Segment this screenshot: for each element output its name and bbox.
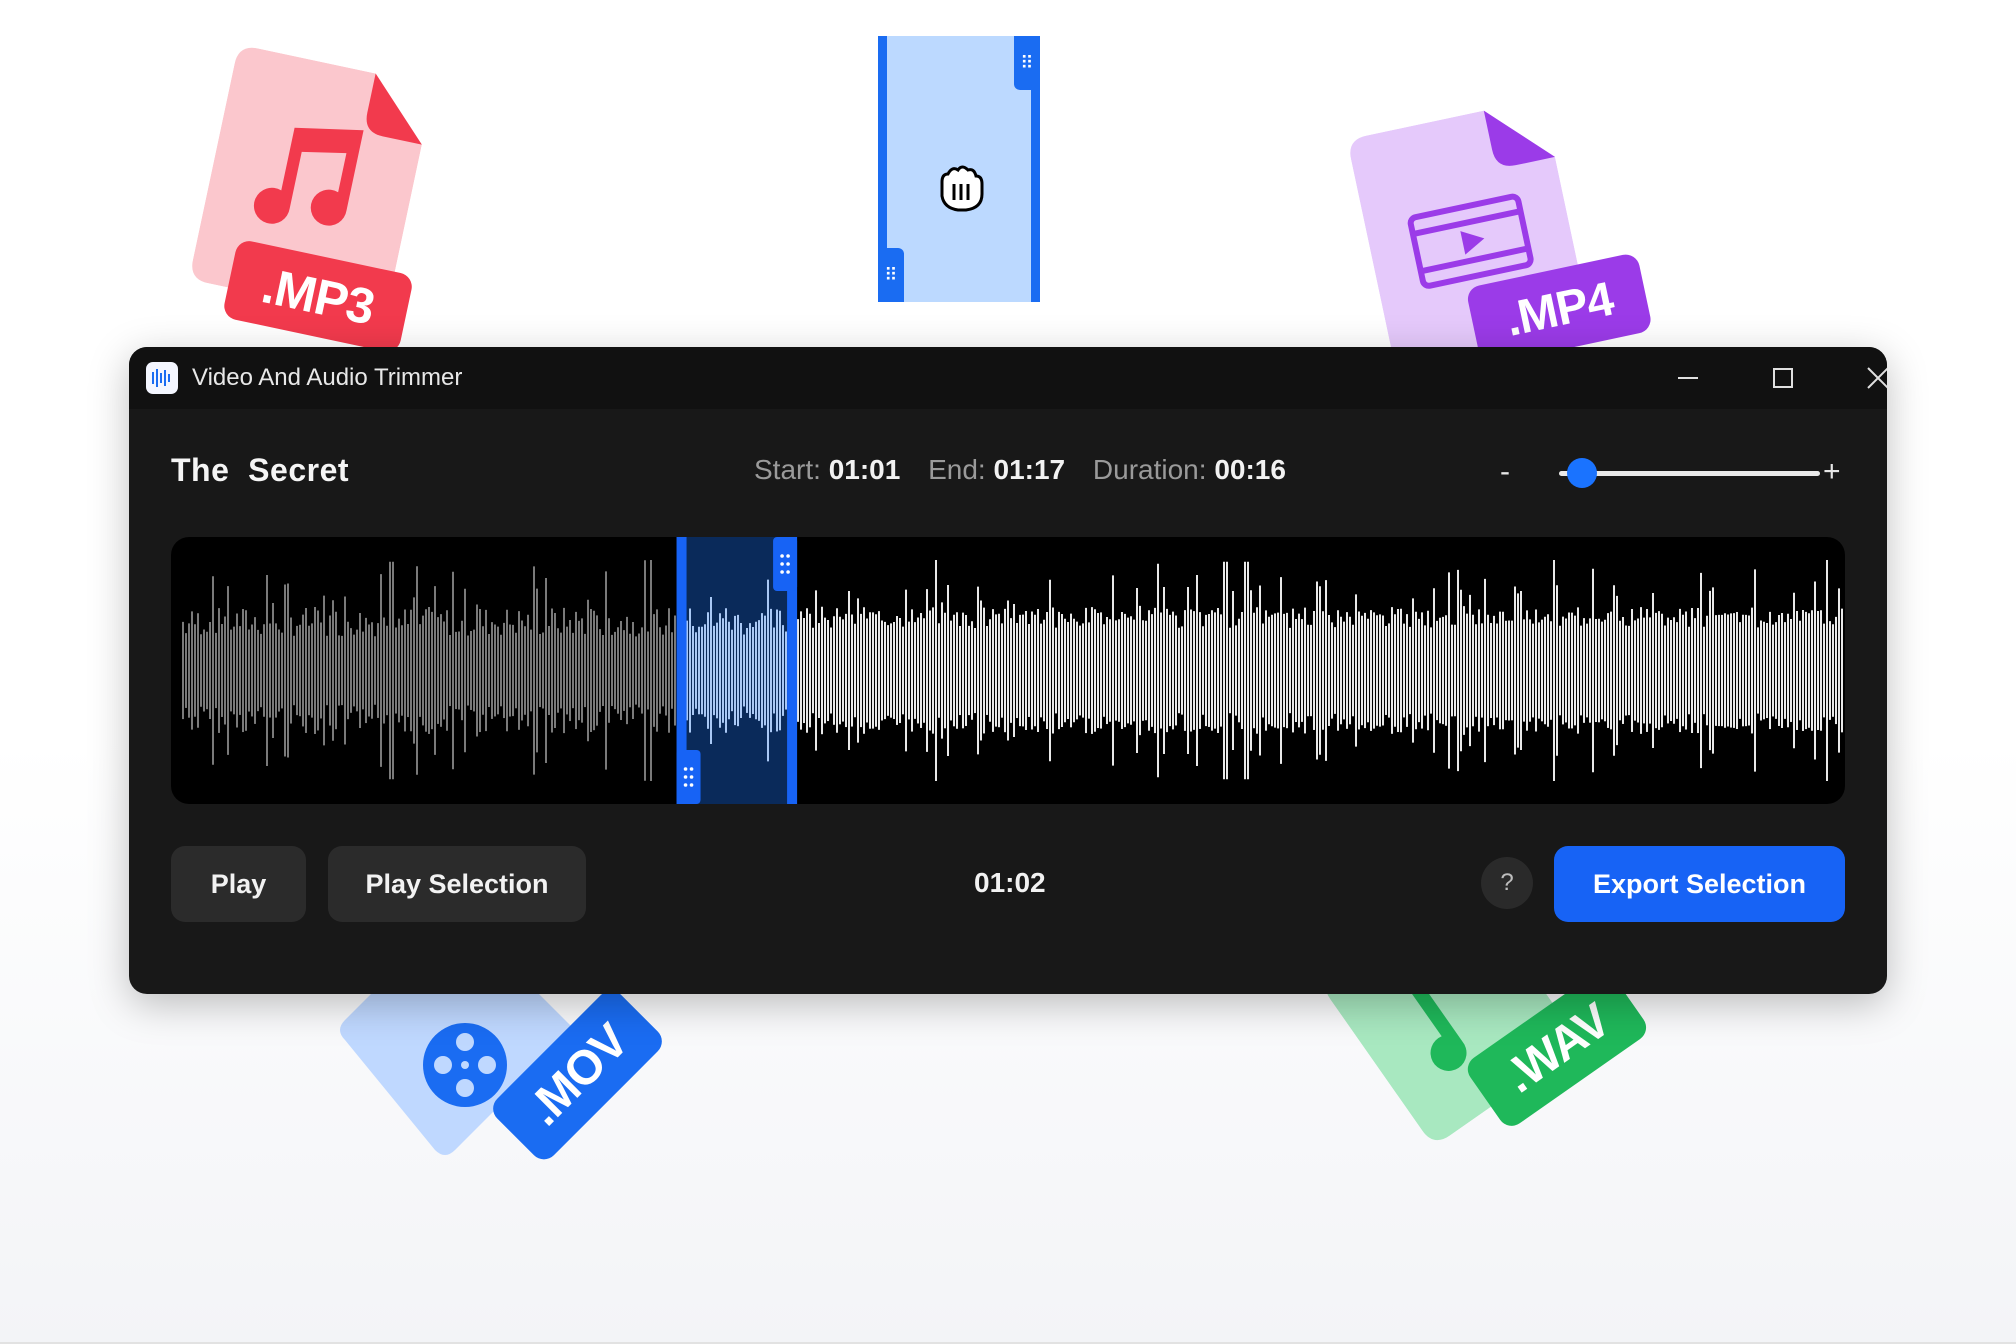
- waveform-graphic: [182, 537, 1843, 804]
- mp4-file-icon: .MP4: [1347, 86, 1654, 385]
- zoom-out-button[interactable]: -: [1500, 455, 1510, 489]
- start-value: 01:01: [828, 454, 901, 485]
- waveform[interactable]: [171, 537, 1845, 804]
- maximize-icon: [1773, 368, 1793, 388]
- grip-dot: [689, 775, 694, 779]
- close-button[interactable]: [1838, 347, 1887, 409]
- grab-hand-icon: [940, 165, 984, 212]
- grip-dot: [689, 767, 694, 771]
- grip-dot: [780, 554, 784, 558]
- selection-times: Start: 01:01 End: 01:17 Duration: 00:16: [754, 454, 1286, 486]
- duration-value: 00:16: [1214, 454, 1286, 485]
- handle-grip-icon: ⠿: [1014, 36, 1040, 90]
- handle-grip-icon: ⠿: [878, 248, 904, 302]
- waveform-bars: [182, 560, 1843, 781]
- close-icon: [1867, 367, 1887, 389]
- help-button[interactable]: ?: [1481, 857, 1533, 909]
- duration-label: Duration:: [1092, 454, 1207, 485]
- minimize-icon: [1678, 377, 1698, 379]
- grip-dot: [780, 570, 784, 574]
- minimize-button[interactable]: [1648, 347, 1728, 409]
- grip-dot: [786, 570, 790, 574]
- window-title: Video And Audio Trimmer: [192, 364, 463, 391]
- grip-dot: [683, 783, 688, 787]
- trimmer-window: Video And Audio Trimmer The Secret Start…: [129, 347, 1887, 994]
- track-title: The Secret: [171, 452, 350, 488]
- start-label: Start:: [754, 454, 821, 485]
- grip-dot: [780, 562, 784, 566]
- maximize-button[interactable]: [1743, 347, 1823, 409]
- zoom-slider[interactable]: [1559, 458, 1820, 488]
- selection-drag-preview: ⠿ ⠿: [878, 36, 1040, 302]
- grip-dot: [689, 783, 694, 787]
- grip-dot: [683, 775, 688, 779]
- title-bar: Video And Audio Trimmer: [129, 347, 1887, 409]
- play-selection-button[interactable]: Play Selection: [328, 846, 586, 922]
- zoom-in-button[interactable]: +: [1823, 455, 1841, 489]
- grip-dot: [683, 767, 688, 771]
- export-selection-button[interactable]: Export Selection: [1554, 846, 1845, 922]
- mov-file-icon: .MOV: [335, 960, 668, 1210]
- selection-start-grip: [676, 750, 701, 804]
- zoom-slider-thumb[interactable]: [1567, 458, 1598, 488]
- selection-end-grip: [773, 537, 798, 591]
- grip-dot: [786, 554, 790, 558]
- end-label: End:: [928, 454, 986, 485]
- play-button[interactable]: Play: [171, 846, 306, 922]
- current-time: 01:02: [974, 867, 1046, 898]
- mp3-file-icon: .MP3: [176, 44, 463, 385]
- end-value: 01:17: [993, 454, 1066, 485]
- grip-dot: [786, 562, 790, 566]
- app-logo-icon: [146, 362, 178, 394]
